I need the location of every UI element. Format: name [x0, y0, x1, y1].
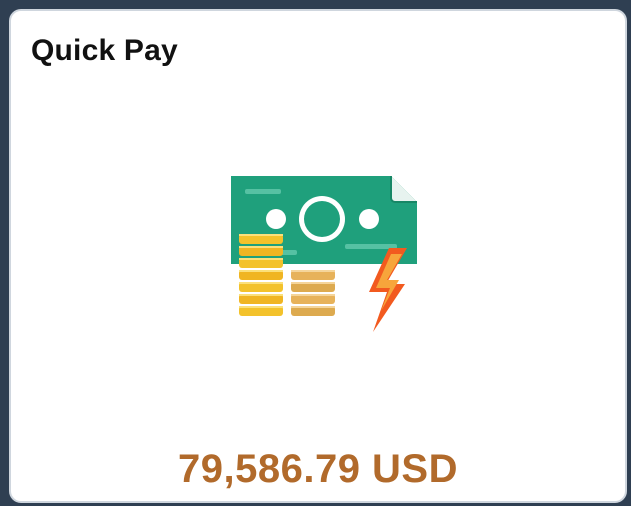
coin-stack-icon [291, 270, 335, 316]
tile-title: Quick Pay [31, 34, 178, 67]
quick-pay-tile[interactable]: Quick Pay 79,586.79 USD [9, 9, 627, 503]
money-bill-coins-lightning-icon [221, 156, 441, 346]
quick-pay-amount: 79,586.79 USD [177, 447, 458, 491]
coin-stack-icon [239, 234, 283, 316]
